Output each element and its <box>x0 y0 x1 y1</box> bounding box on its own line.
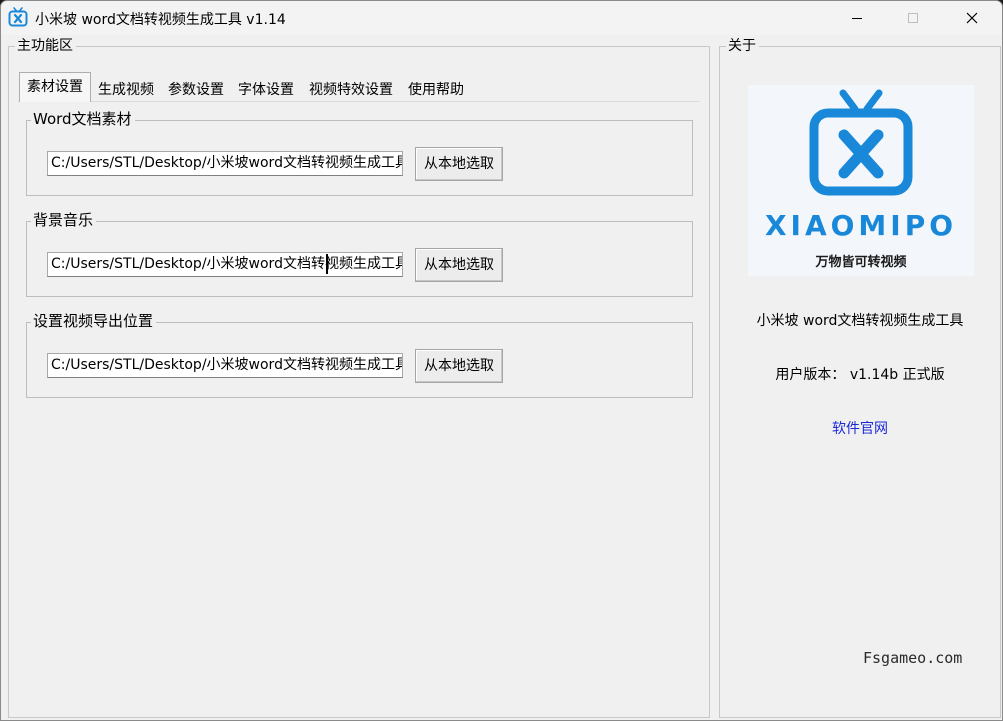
close-button[interactable] <box>949 1 995 35</box>
tab-parameter-settings[interactable]: 参数设置 <box>161 76 231 102</box>
brand-logo: XIAOMIPO 万物皆可转视频 <box>748 85 974 276</box>
export-location-label: 设置视频导出位置 <box>31 312 157 330</box>
about-app-name: 小米坡 word文档转视频生成工具 <box>756 313 964 329</box>
tab-help[interactable]: 使用帮助 <box>401 76 471 102</box>
word-doc-path-input[interactable]: C:/Users/STL/Desktop/小米坡word文档转视频生成工具 <box>47 151 403 176</box>
maximize-button[interactable] <box>890 1 936 35</box>
export-location-section: 设置视频导出位置 C:/Users/STL/Desktop/小米坡word文档转… <box>26 312 693 398</box>
logo-tagline: 万物皆可转视频 <box>815 255 907 270</box>
word-doc-pick-button[interactable]: 从本地选取 <box>415 147 503 181</box>
tv-logo-icon <box>809 89 913 196</box>
window-title: 小米坡 word文档转视频生成工具 v1.14 <box>35 12 286 28</box>
maximize-icon <box>908 13 918 23</box>
word-doc-label: Word文档素材 <box>31 110 135 128</box>
text-cursor <box>326 254 328 274</box>
minimize-button[interactable] <box>834 1 880 35</box>
bgm-pick-button[interactable]: 从本地选取 <box>415 248 503 282</box>
title-bar[interactable]: 小米坡 word文档转视频生成工具 v1.14 <box>1 1 1002 35</box>
tab-generate-video[interactable]: 生成视频 <box>91 76 161 102</box>
export-path-input[interactable]: C:/Users/STL/Desktop/小米坡word文档转视频生成工具 <box>47 353 403 378</box>
logo-brand-text: XIAOMIPO <box>764 209 958 242</box>
bgm-path-input[interactable]: C:/Users/STL/Desktop/小米坡word文档转视频生成工具 <box>47 252 403 277</box>
about-version: 用户版本： v1.14b 正式版 <box>775 367 945 383</box>
export-pick-button[interactable]: 从本地选取 <box>415 349 503 383</box>
about-group-label: 关于 <box>726 37 759 55</box>
app-logo-icon <box>8 7 28 27</box>
word-doc-section: Word文档素材 C:/Users/STL/Desktop/小米坡word文档转… <box>26 110 693 196</box>
main-group-label: 主功能区 <box>15 37 76 55</box>
website-link[interactable]: 软件官网 <box>720 418 1000 438</box>
minimize-icon <box>852 18 862 19</box>
tab-font-settings[interactable]: 字体设置 <box>231 76 301 102</box>
close-icon <box>966 12 978 24</box>
tab-video-effects[interactable]: 视频特效设置 <box>301 76 401 102</box>
app-window: 小米坡 word文档转视频生成工具 v1.14 主功能区 素材设置 生成视频 参… <box>0 0 1003 721</box>
bgm-label: 背景音乐 <box>31 211 97 229</box>
bgm-section: 背景音乐 C:/Users/STL/Desktop/小米坡word文档转视频生成… <box>26 211 693 297</box>
watermark-text: Fsgameo.com <box>863 649 963 667</box>
tab-material-settings[interactable]: 素材设置 <box>19 72 91 102</box>
